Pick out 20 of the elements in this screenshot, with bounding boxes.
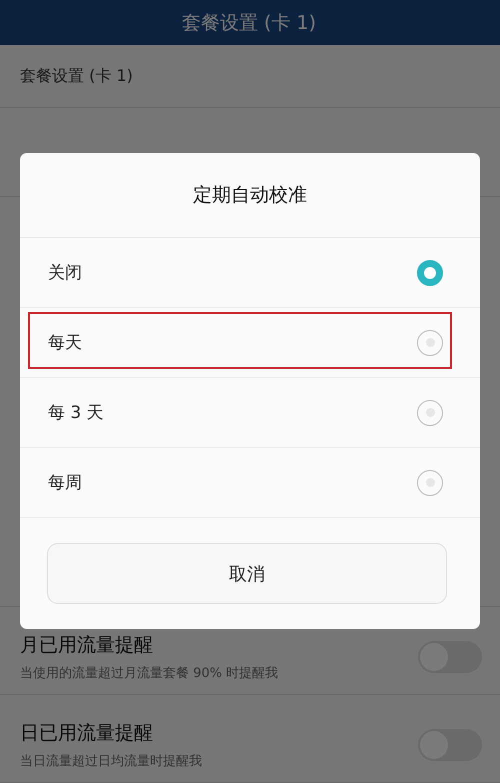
radio-button[interactable] [417, 260, 443, 286]
option-label: 关闭 [48, 262, 82, 284]
cancel-button[interactable]: 取消 [47, 543, 447, 604]
option-item[interactable]: 每 3 天 [20, 378, 480, 448]
option-label: 每天 [48, 332, 82, 354]
radio-button[interactable] [417, 470, 443, 496]
setting-title: 月已用流量提醒 [20, 632, 154, 658]
option-label: 每 3 天 [48, 402, 104, 424]
setting-description: 当使用的流量超过月流量套餐 90% 时提醒我 [20, 664, 278, 682]
section-title: 套餐设置 (卡 1) [20, 66, 133, 86]
setting-title: 日已用流量提醒 [20, 720, 154, 746]
option-item[interactable]: 每天 [20, 308, 480, 378]
screen-title: 套餐设置 (卡 1) [182, 10, 316, 36]
radio-button[interactable] [417, 400, 443, 426]
option-item[interactable]: 每周 [20, 448, 480, 518]
dialog-title: 定期自动校准 [193, 183, 307, 208]
radio-button[interactable] [417, 330, 443, 356]
setting-description: 当日流量超过日均流量时提醒我 [20, 752, 202, 770]
option-item[interactable]: 关闭 [20, 238, 480, 308]
option-label: 每周 [48, 472, 82, 494]
